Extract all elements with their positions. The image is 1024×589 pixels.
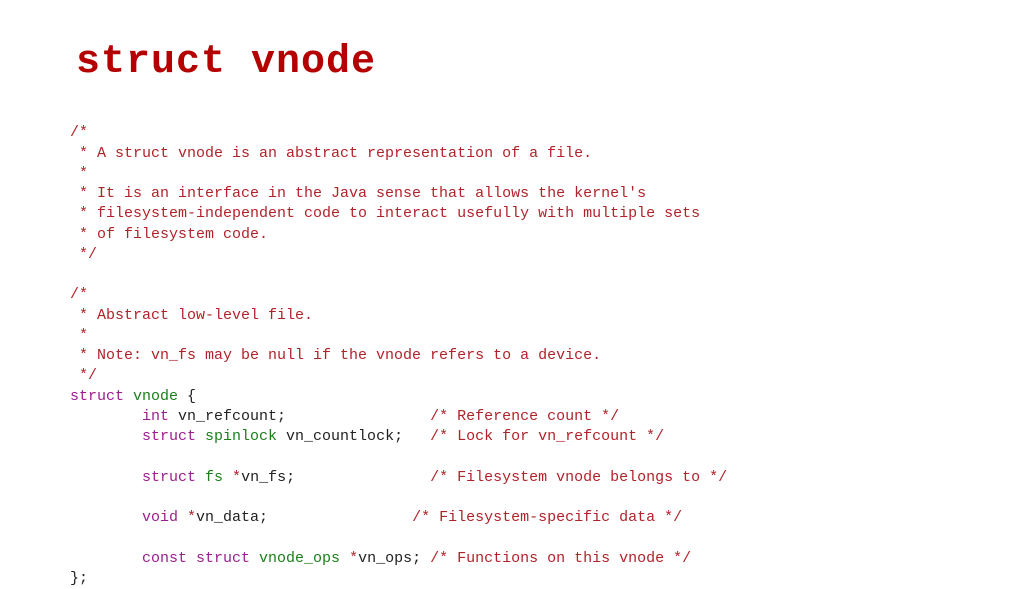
indent xyxy=(70,428,142,445)
comment-line: * Note: vn_fs may be null if the vnode r… xyxy=(70,347,601,364)
keyword-struct: struct xyxy=(142,469,196,486)
keyword-int: int xyxy=(142,408,169,425)
field-name: vn_ops; xyxy=(358,550,421,567)
comment-line: * A struct vnode is an abstract represen… xyxy=(70,145,592,162)
field-name: vn_refcount; xyxy=(169,408,286,425)
field-line: struct fs *vn_fs; /* Filesystem vnode be… xyxy=(70,469,727,486)
inline-comment: /* Filesystem-specific data */ xyxy=(412,509,682,526)
struct-decl-line: struct vnode { xyxy=(70,388,196,405)
keyword-struct: struct xyxy=(142,428,196,445)
type-fs: fs xyxy=(196,469,223,486)
pad xyxy=(403,428,430,445)
pointer-star: * xyxy=(223,469,241,486)
slide: struct vnode /* * A struct vnode is an a… xyxy=(0,0,1024,589)
keyword-struct: struct xyxy=(196,550,250,567)
type-spinlock: spinlock xyxy=(196,428,277,445)
comment-line: * Abstract low-level file. xyxy=(70,307,313,324)
comment-line: * It is an interface in the Java sense t… xyxy=(70,185,646,202)
inline-comment: /* Lock for vn_refcount */ xyxy=(430,428,664,445)
field-line: int vn_refcount; /* Reference count */ xyxy=(70,408,619,425)
comment-line: */ xyxy=(70,367,97,384)
pad xyxy=(286,408,430,425)
field-line: struct spinlock vn_countlock; /* Lock fo… xyxy=(70,428,664,445)
field-line: void *vn_data; /* Filesystem-specific da… xyxy=(70,509,682,526)
indent xyxy=(70,509,142,526)
keyword-void: void xyxy=(142,509,178,526)
comment-line: * of filesystem code. xyxy=(70,226,268,243)
comment-line: */ xyxy=(70,246,97,263)
comment-line: /* xyxy=(70,286,88,303)
keyword-struct: struct xyxy=(70,388,124,405)
code-block: /* * A struct vnode is an abstract repre… xyxy=(70,103,964,589)
field-name: vn_fs; xyxy=(241,469,295,486)
indent xyxy=(70,408,142,425)
brace-open: { xyxy=(178,388,196,405)
indent xyxy=(70,550,142,567)
comment-line: * filesystem-independent code to interac… xyxy=(70,205,700,222)
inline-comment: /* Filesystem vnode belongs to */ xyxy=(430,469,727,486)
pad xyxy=(268,509,412,526)
slide-title: struct vnode xyxy=(76,40,964,85)
keyword-const: const xyxy=(142,550,196,567)
field-name: vn_data; xyxy=(196,509,268,526)
indent xyxy=(70,469,142,486)
pointer-star: * xyxy=(178,509,196,526)
pointer-star: * xyxy=(340,550,358,567)
comment-line: * xyxy=(70,327,88,344)
inline-comment: /* Functions on this vnode */ xyxy=(430,550,691,567)
pad xyxy=(295,469,430,486)
pad xyxy=(421,550,430,567)
type-vnode: vnode xyxy=(133,388,178,405)
type-vnode-ops: vnode_ops xyxy=(250,550,340,567)
inline-comment: /* Reference count */ xyxy=(430,408,619,425)
field-line: const struct vnode_ops *vn_ops; /* Funct… xyxy=(70,550,691,567)
field-name: vn_countlock; xyxy=(277,428,403,445)
comment-line: * xyxy=(70,165,88,182)
brace-close: }; xyxy=(70,570,88,587)
comment-line: /* xyxy=(70,124,88,141)
